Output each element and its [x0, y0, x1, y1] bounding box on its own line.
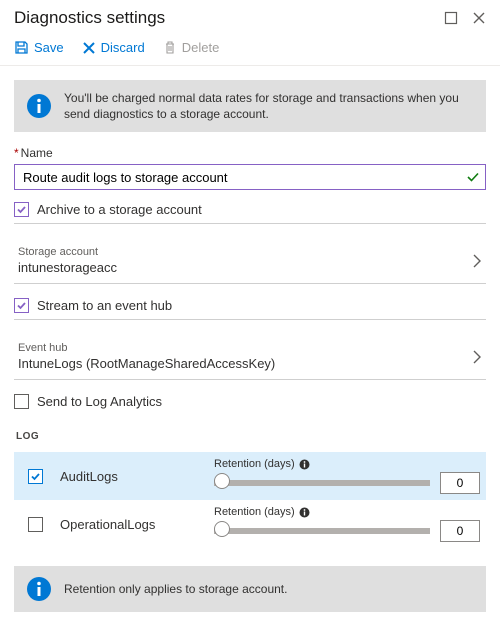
chevron-right-icon: [472, 349, 482, 365]
operationallogs-retention-slider[interactable]: [214, 528, 430, 534]
event-hub-label: Event hub: [18, 342, 275, 354]
storage-charge-text: You'll be charged normal data rates for …: [64, 90, 474, 122]
discard-label: Discard: [101, 40, 145, 55]
log-analytics-option[interactable]: Send to Log Analytics: [14, 394, 486, 409]
info-icon: [26, 576, 52, 602]
auditlogs-checkbox[interactable]: [28, 469, 43, 484]
retention-info-text: Retention only applies to storage accoun…: [64, 581, 287, 597]
stream-option[interactable]: Stream to an event hub: [14, 298, 486, 313]
operationallogs-retention-value[interactable]: [440, 520, 480, 542]
event-hub-value: IntuneLogs (RootManageSharedAccessKey): [18, 356, 275, 371]
operationallogs-retention: Retention (days): [214, 506, 480, 542]
archive-checkbox[interactable]: [14, 202, 29, 217]
command-bar: Save Discard Delete: [0, 34, 500, 66]
chevron-right-icon: [472, 253, 482, 269]
delete-label: Delete: [182, 40, 220, 55]
storage-account-selector[interactable]: Storage account intunestorageacc: [14, 236, 486, 284]
operationallogs-checkbox[interactable]: [28, 517, 43, 532]
storage-account-value: intunestorageacc: [18, 260, 117, 275]
divider: [14, 319, 486, 320]
save-label: Save: [34, 40, 64, 55]
operationallogs-name: OperationalLogs: [60, 517, 200, 532]
header-icon-group: [444, 11, 486, 25]
log-section-heading: LOG: [16, 431, 486, 442]
retention-info: Retention only applies to storage accoun…: [14, 566, 486, 612]
info-icon[interactable]: [299, 507, 310, 518]
save-icon: [14, 40, 29, 55]
auditlogs-retention: Retention (days): [214, 458, 480, 494]
pane-header: Diagnostics settings: [0, 0, 500, 34]
save-button[interactable]: Save: [14, 40, 64, 55]
archive-option[interactable]: Archive to a storage account: [14, 202, 486, 217]
log-row-auditlogs[interactable]: AuditLogs Retention (days): [14, 452, 486, 500]
discard-icon: [82, 41, 96, 55]
stream-label: Stream to an event hub: [37, 298, 172, 313]
page-title: Diagnostics settings: [14, 8, 165, 28]
log-analytics-label: Send to Log Analytics: [37, 394, 162, 409]
close-icon[interactable]: [472, 11, 486, 25]
required-asterisk: *: [14, 146, 19, 160]
info-icon: [26, 93, 52, 119]
discard-button[interactable]: Discard: [82, 40, 145, 55]
valid-check-icon: [466, 170, 480, 184]
storage-account-label: Storage account: [18, 246, 117, 258]
delete-icon: [163, 40, 177, 55]
delete-button: Delete: [163, 40, 220, 55]
diagnostics-settings-pane: Diagnostics settings Save Discard Delete: [0, 0, 500, 612]
name-label: * Name: [14, 146, 486, 160]
content-area: You'll be charged normal data rates for …: [0, 66, 500, 612]
log-analytics-checkbox[interactable]: [14, 394, 29, 409]
archive-label: Archive to a storage account: [37, 202, 202, 217]
storage-charge-info: You'll be charged normal data rates for …: [14, 80, 486, 132]
info-icon[interactable]: [299, 459, 310, 470]
log-row-operationallogs[interactable]: OperationalLogs Retention (days): [14, 500, 486, 548]
auditlogs-retention-slider[interactable]: [214, 480, 430, 486]
event-hub-selector[interactable]: Event hub IntuneLogs (RootManageSharedAc…: [14, 332, 486, 380]
divider: [14, 223, 486, 224]
auditlogs-retention-value[interactable]: [440, 472, 480, 494]
stream-checkbox[interactable]: [14, 298, 29, 313]
auditlogs-name: AuditLogs: [60, 469, 200, 484]
name-input[interactable]: [14, 164, 486, 190]
maximize-icon[interactable]: [444, 11, 458, 25]
name-field-row: [14, 164, 486, 190]
